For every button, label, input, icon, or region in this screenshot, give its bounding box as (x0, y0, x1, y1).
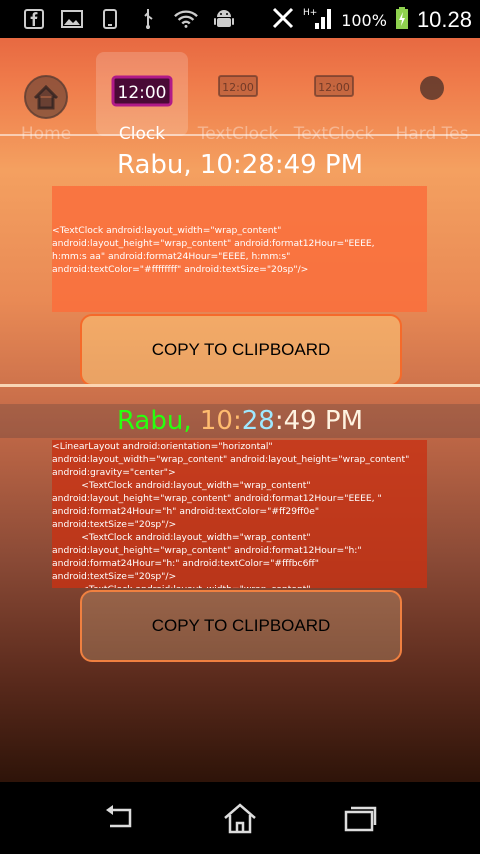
back-icon[interactable] (100, 800, 140, 836)
dot-icon (418, 74, 446, 106)
system-icons: H+ 100% 10.28 (271, 6, 472, 34)
svg-text:H+: H+ (303, 8, 317, 18)
code-text: <TextClock android:layout_width="wrap_co… (52, 225, 375, 275)
copy-to-clipboard-button[interactable]: COPY TO CLIPBOARD (80, 314, 402, 386)
battery-charging-icon (395, 6, 409, 34)
wifi-icon (174, 8, 198, 30)
code-snippet: <LinearLayout android:orientation="horiz… (52, 440, 427, 588)
digital-clock-icon: 12:00 (313, 74, 355, 102)
section-separator (0, 384, 480, 387)
code-text: <LinearLayout android:orientation="horiz… (52, 441, 410, 588)
svg-text:12:00: 12:00 (118, 83, 167, 103)
tab-hard-test[interactable]: Hard Tes (384, 52, 480, 144)
home-icon (23, 74, 69, 124)
tab-textclock-1[interactable]: 12:00 TextClock (192, 52, 284, 144)
tab-textclock-2[interactable]: 12:00 TextClock (288, 52, 380, 144)
digital-clock-icon: 12:00 (111, 74, 173, 112)
home-icon[interactable] (220, 800, 260, 836)
recents-icon[interactable] (340, 800, 380, 836)
facebook-icon (22, 8, 46, 30)
tab-divider (0, 134, 480, 136)
navigation-bar (0, 782, 480, 854)
tab-bar: Home 12:00 Clock 12:00 TextClock 12:00 T… (0, 38, 480, 144)
image-icon (60, 8, 84, 30)
battery-percent: 100% (341, 10, 387, 30)
android-icon (212, 8, 236, 30)
tab-clock[interactable]: 12:00 Clock (96, 52, 188, 144)
text-clock-display: Rabu, 10:28:49 PM (116, 150, 364, 180)
copy-to-clipboard-button[interactable]: COPY TO CLIPBOARD (80, 590, 402, 662)
no-sim-icon (271, 7, 295, 33)
clock-hour: 10: (199, 406, 242, 436)
svg-text:12:00: 12:00 (222, 81, 254, 94)
usb-icon (136, 8, 160, 30)
svg-text:12:00: 12:00 (318, 81, 350, 94)
clock-minute: 28 (241, 406, 275, 436)
digital-clock-icon: 12:00 (217, 74, 259, 102)
multicolor-text-clock: Rabu, 10:28:49 PM (0, 406, 480, 436)
tab-home[interactable]: Home (0, 52, 92, 144)
phone-icon (98, 8, 122, 30)
status-bar: H+ 100% 10.28 (0, 0, 480, 38)
status-time: 10.28 (416, 7, 472, 32)
clock-day: Rabu, (116, 406, 200, 436)
clock-second: :49 PM (274, 406, 364, 436)
signal-icon: H+ (303, 6, 333, 34)
notification-icons (22, 8, 236, 30)
code-snippet: <TextClock android:layout_width="wrap_co… (52, 186, 427, 312)
